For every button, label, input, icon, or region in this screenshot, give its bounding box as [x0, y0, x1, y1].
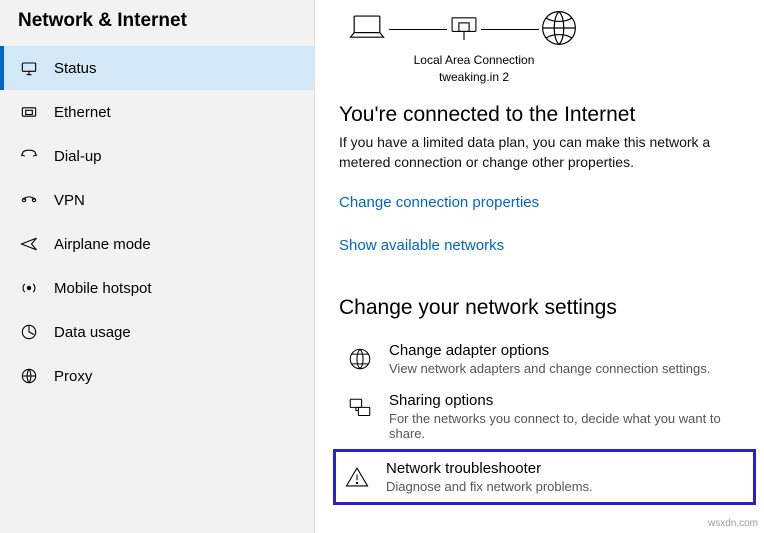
sidebar-item-label: VPN [54, 192, 85, 209]
network-diagram [345, 8, 750, 51]
sidebar-item-ethernet[interactable]: Ethernet [0, 90, 314, 134]
status-icon [18, 57, 40, 79]
sidebar-item-label: Status [54, 60, 97, 77]
laptop-icon [345, 11, 389, 48]
sidebar-item-proxy[interactable]: Proxy [0, 354, 314, 398]
sidebar-item-label: Ethernet [54, 104, 111, 121]
sidebar-item-label: Airplane mode [54, 236, 151, 253]
sidebar-item-datausage[interactable]: Data usage [0, 310, 314, 354]
hotspot-icon [18, 277, 40, 299]
router-icon [447, 11, 481, 48]
status-description: If you have a limited data plan, you can… [339, 133, 739, 172]
sidebar-item-label: Data usage [54, 324, 131, 341]
usage-icon [18, 321, 40, 343]
status-heading: You're connected to the Internet [339, 103, 750, 127]
settings-heading: Change your network settings [339, 296, 750, 320]
setting-sub: Diagnose and fix network problems. [386, 479, 593, 494]
diagram-label: Local Area Connection tweaking.in 2 [409, 53, 539, 85]
globe-icon [539, 8, 579, 51]
setting-sub: For the networks you connect to, decide … [389, 411, 744, 441]
ethernet-icon [18, 101, 40, 123]
sidebar-item-airplane[interactable]: Airplane mode [0, 222, 314, 266]
sidebar-item-label: Dial-up [54, 148, 102, 165]
sidebar-item-label: Mobile hotspot [54, 280, 152, 297]
sidebar-item-label: Proxy [54, 368, 92, 385]
sidebar-item-hotspot[interactable]: Mobile hotspot [0, 266, 314, 310]
change-properties-link[interactable]: Change connection properties [339, 194, 750, 211]
sidebar-item-dialup[interactable]: Dial-up [0, 134, 314, 178]
sharing-options-row[interactable]: Sharing options For the networks you con… [339, 384, 750, 449]
troubleshooter-row[interactable]: Network troubleshooter Diagnose and fix … [333, 449, 756, 505]
setting-title: Sharing options [389, 392, 744, 409]
diagram-line [389, 29, 447, 31]
diagram-line [481, 29, 539, 31]
adapter-icon [345, 344, 375, 374]
adapter-options-row[interactable]: Change adapter options View network adap… [339, 334, 750, 384]
airplane-icon [18, 233, 40, 255]
main-content: Local Area Connection tweaking.in 2 You'… [315, 0, 764, 533]
vpn-icon [18, 189, 40, 211]
show-networks-link[interactable]: Show available networks [339, 237, 750, 254]
watermark: wsxdn.com [708, 518, 758, 529]
setting-sub: View network adapters and change connect… [389, 361, 710, 376]
sidebar: Network & Internet Status Ethernet Dial-… [0, 0, 315, 533]
sidebar-item-vpn[interactable]: VPN [0, 178, 314, 222]
sidebar-item-status[interactable]: Status [0, 46, 314, 90]
warning-icon [342, 462, 372, 492]
sharing-icon [345, 394, 375, 424]
sidebar-title: Network & Internet [0, 6, 314, 46]
proxy-icon [18, 365, 40, 387]
setting-title: Network troubleshooter [386, 460, 593, 477]
dialup-icon [18, 145, 40, 167]
setting-title: Change adapter options [389, 342, 710, 359]
